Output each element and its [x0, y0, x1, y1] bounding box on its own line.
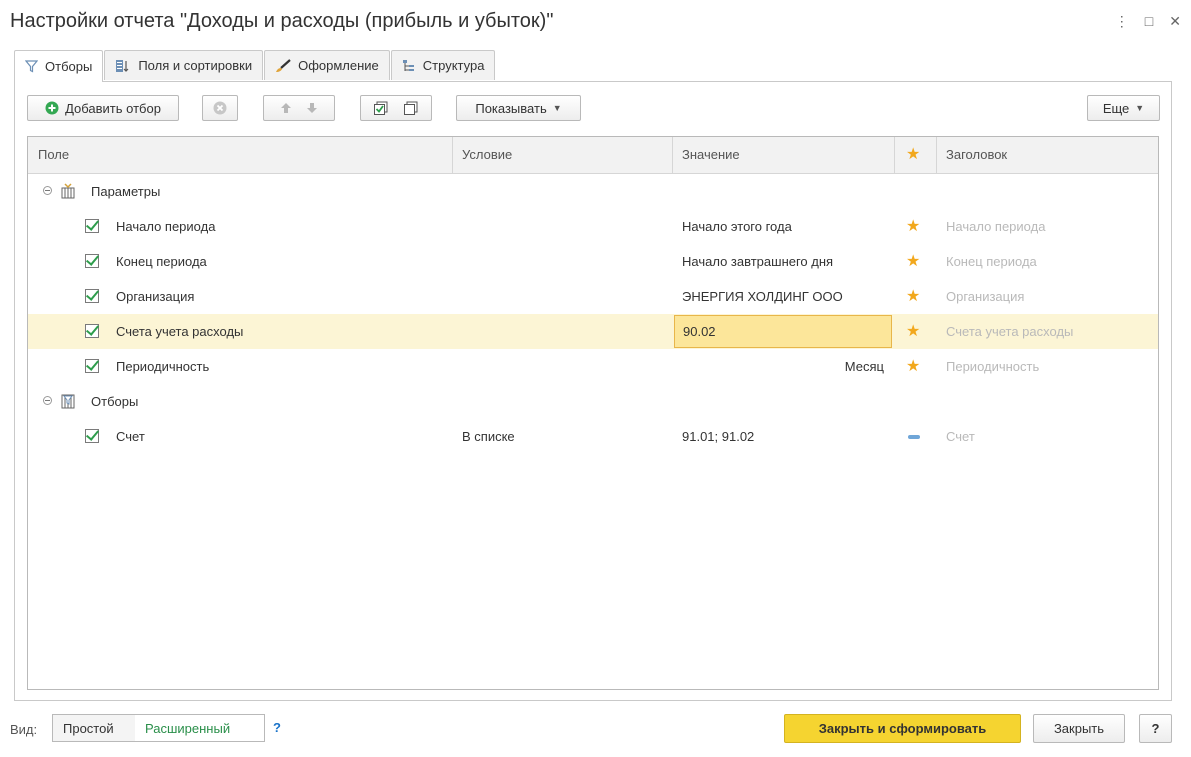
row-checkbox[interactable]: [85, 219, 99, 233]
row-value[interactable]: 91.01; 91.02: [682, 419, 754, 454]
add-filter-button[interactable]: Добавить отбор: [27, 95, 179, 121]
row-heading[interactable]: Периодичность: [946, 349, 1039, 384]
check-all-icon[interactable]: [373, 101, 389, 116]
table-row[interactable]: Периодичность Месяц ★ Периодичность: [28, 349, 1158, 384]
row-heading[interactable]: Организация: [946, 279, 1024, 314]
filter-icon: [25, 60, 38, 73]
row-field: Начало периода: [116, 219, 216, 234]
check-buttons-group: [360, 95, 432, 121]
help-button[interactable]: ?: [1139, 714, 1172, 743]
column-value[interactable]: Значение: [672, 137, 894, 173]
column-condition[interactable]: Условие: [452, 137, 672, 173]
tab-label: Отборы: [45, 59, 93, 74]
help-label: ?: [1151, 721, 1160, 736]
row-field: Периодичность: [116, 359, 210, 374]
column-heading[interactable]: Заголовок: [936, 137, 1158, 173]
structure-icon: [402, 59, 414, 71]
row-value[interactable]: Начало этого года: [682, 209, 792, 244]
tab-label: Структура: [422, 58, 485, 73]
view-simple-button[interactable]: Простой: [52, 714, 136, 742]
row-field: Счет: [116, 429, 145, 444]
move-buttons-group: [263, 95, 335, 121]
more-actions-icon[interactable]: ⋮: [1115, 12, 1129, 30]
column-field[interactable]: Поле: [28, 137, 452, 173]
chevron-down-icon: ▼: [1135, 103, 1145, 113]
quick-access-off-icon[interactable]: [908, 435, 920, 439]
parameters-icon: [61, 183, 75, 199]
table-row[interactable]: Счет В списке 91.01; 91.02 Счет: [28, 419, 1158, 454]
tab-label: Поля и сортировки: [138, 58, 253, 73]
value-input[interactable]: 90.02: [674, 315, 892, 348]
chevron-down-icon: ▼: [552, 103, 562, 113]
star-icon[interactable]: ★: [906, 314, 920, 349]
close-label: Закрыть: [1053, 721, 1105, 736]
filters-table: Поле Условие Значение ★ Заголовок Параме…: [27, 136, 1159, 690]
row-condition[interactable]: В списке: [462, 419, 515, 454]
add-filter-label: Добавить отбор: [65, 100, 161, 116]
row-field: Организация: [116, 289, 195, 304]
close-icon[interactable]: ✕: [1169, 12, 1181, 30]
table-row[interactable]: Начало периода Начало этого года ★ Начал…: [28, 209, 1158, 244]
row-field: Счета учета расходы: [116, 324, 244, 339]
tab-structure[interactable]: Структура: [390, 50, 496, 80]
row-checkbox[interactable]: [85, 254, 99, 268]
row-value[interactable]: Начало завтрашнего дня: [682, 244, 833, 279]
row-heading[interactable]: Счета учета расходы: [946, 314, 1073, 349]
delete-icon: [213, 101, 227, 115]
tab-bar: Отборы Поля и сортировки Оформление Стру…: [14, 50, 496, 82]
filters-group-icon: [61, 394, 75, 409]
delete-button[interactable]: [202, 95, 238, 121]
row-heading[interactable]: Начало периода: [946, 209, 1045, 244]
window-title: Настройки отчета "Доходы и расходы (приб…: [10, 10, 554, 32]
table-row[interactable]: Организация ЭНЕРГИЯ ХОЛДИНГ ООО ★ Органи…: [28, 279, 1158, 314]
table-row[interactable]: Конец периода Начало завтрашнего дня ★ К…: [28, 244, 1158, 279]
close-and-generate-button[interactable]: Закрыть и сформировать: [784, 714, 1021, 743]
row-field: Конец периода: [116, 254, 207, 269]
row-checkbox[interactable]: [85, 429, 99, 443]
close-button[interactable]: Закрыть: [1033, 714, 1125, 743]
collapse-icon[interactable]: [43, 186, 52, 195]
uncheck-all-icon[interactable]: [403, 101, 419, 116]
filters-panel: Добавить отбор Показывать ▼ Еще ▼ Поле У…: [14, 81, 1172, 701]
column-star[interactable]: ★: [894, 137, 936, 173]
row-heading[interactable]: Счет: [946, 419, 975, 454]
tab-fields-sort[interactable]: Поля и сортировки: [104, 50, 264, 80]
show-label: Показывать: [475, 100, 547, 116]
maximize-icon[interactable]: □: [1145, 12, 1153, 30]
view-extended-button[interactable]: Расширенный: [135, 714, 265, 742]
table-header: Поле Условие Значение ★ Заголовок: [28, 137, 1158, 174]
star-icon[interactable]: ★: [906, 244, 920, 279]
row-heading[interactable]: Конец периода: [946, 244, 1037, 279]
group-label: Отборы: [91, 394, 139, 409]
group-row-params[interactable]: Параметры: [28, 174, 1158, 209]
row-value[interactable]: Месяц: [682, 349, 884, 384]
tab-appearance[interactable]: Оформление: [264, 50, 390, 80]
tab-label: Оформление: [298, 58, 379, 73]
collapse-icon[interactable]: [43, 396, 52, 405]
show-dropdown-button[interactable]: Показывать ▼: [456, 95, 581, 121]
tab-filters[interactable]: Отборы: [14, 50, 104, 82]
arrow-down-icon[interactable]: [306, 102, 318, 114]
star-icon[interactable]: ★: [906, 279, 920, 314]
more-label: Еще: [1102, 100, 1130, 116]
add-icon: [45, 101, 59, 115]
brush-icon: [276, 58, 291, 72]
row-checkbox[interactable]: [85, 324, 99, 338]
row-checkbox[interactable]: [85, 289, 99, 303]
star-icon[interactable]: ★: [906, 349, 920, 384]
row-checkbox[interactable]: [85, 359, 99, 373]
view-help-link[interactable]: ?: [273, 720, 281, 735]
star-icon[interactable]: ★: [906, 209, 920, 244]
view-label: Вид:: [10, 722, 38, 737]
row-value[interactable]: ЭНЕРГИЯ ХОЛДИНГ ООО: [682, 279, 843, 314]
table-row-selected[interactable]: Счета учета расходы 90.02 ★ Счета учета …: [28, 314, 1158, 349]
group-label: Параметры: [91, 184, 161, 199]
group-row-filters[interactable]: Отборы: [28, 384, 1158, 419]
arrow-up-icon[interactable]: [280, 102, 292, 114]
close-and-generate-label: Закрыть и сформировать: [818, 721, 987, 736]
more-button[interactable]: Еще ▼: [1087, 95, 1160, 121]
fields-sort-icon: [116, 59, 129, 72]
